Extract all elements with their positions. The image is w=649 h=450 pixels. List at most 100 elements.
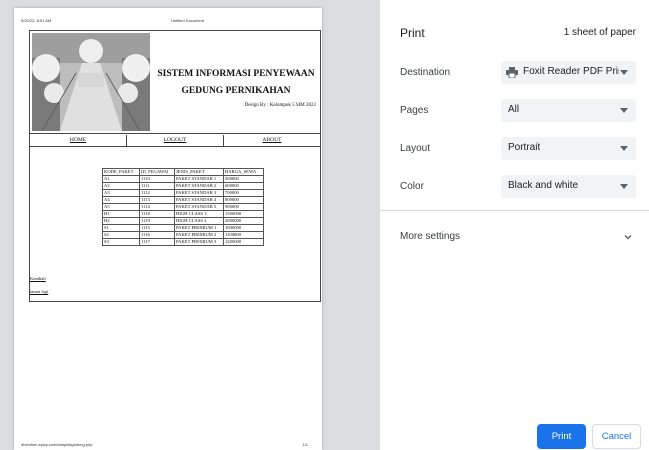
back-link: Kembali xyxy=(30,276,46,281)
table-cell: 900000 xyxy=(223,203,264,211)
table-cell: 1116 xyxy=(139,231,175,239)
table-cell: 1110 xyxy=(139,175,175,183)
print-button[interactable]: Print xyxy=(537,424,586,449)
table-row: H2 1119 HIGH CLASS 2 2000000 xyxy=(102,217,264,225)
table-cell: H1 xyxy=(102,210,140,218)
site-banner: SISTEM INFORMASI PENYEWAAN GEDUNG PERNIK… xyxy=(30,31,320,134)
table-cell: 1119 xyxy=(139,217,175,225)
page-header-date: 5/20/22, 8:51 AM xyxy=(21,18,52,23)
destination-select[interactable]: Foxit Reader PDF Printe xyxy=(501,61,636,84)
table-cell: 1118 xyxy=(139,210,175,218)
site-nav: HOME LOGOUT ABOUT xyxy=(30,135,320,147)
chevron-down-icon[interactable] xyxy=(623,232,633,242)
printer-icon xyxy=(506,67,518,78)
print-settings-panel: Print 1 sheet of paper Destination Foxit… xyxy=(380,0,649,450)
table-cell: A1 xyxy=(102,175,140,183)
destination-value: Foxit Reader PDF Printe xyxy=(523,66,619,77)
table-cell: PAKET STANDAR 4 xyxy=(174,196,224,204)
table-cell: 1000000 xyxy=(223,224,264,232)
color-label: Color xyxy=(400,181,424,192)
table-cell: 1114 xyxy=(139,203,175,211)
nav-home-link: HOME xyxy=(30,135,127,146)
column-header: ID_PEGAWAI xyxy=(139,168,175,176)
pages-select[interactable]: All xyxy=(501,99,636,122)
chevron-down-icon xyxy=(620,146,628,151)
layout-label: Layout xyxy=(400,143,431,154)
more-settings-toggle[interactable]: More settings xyxy=(400,231,460,242)
package-table: KODE_PAKET ID_PEGAWAI JENIS_PAKET HARGA_… xyxy=(102,168,264,246)
table-cell: HIGH CLASS 2 xyxy=(174,217,224,225)
print-preview-area: 5/20/22, 8:51 AM Untitled Document SISTE… xyxy=(0,0,380,450)
table-cell: PAKET STANDAR 1 xyxy=(174,175,224,183)
wedding-hall-photo xyxy=(32,33,150,131)
column-header: JENIS_PAKET xyxy=(174,168,224,176)
table-row: A1 1110 PAKET STANDAR 1 500000 xyxy=(102,175,264,183)
site-title: SISTEM INFORMASI PENYEWAAN GEDUNG PERNIK… xyxy=(156,66,316,100)
column-header: KODE_PAKET xyxy=(102,168,140,176)
table-header-row: KODE_PAKET ID_PEGAWAI JENIS_PAKET HARGA_… xyxy=(102,168,264,176)
destination-label: Destination xyxy=(400,67,451,78)
dialog-title: Print xyxy=(400,26,425,40)
nav-about-link: ABOUT xyxy=(262,137,282,143)
table-cell: PAKET PREMIUM 1 xyxy=(174,224,224,232)
table-cell: A3 xyxy=(102,189,140,197)
table-cell: HIGH CLASS 1 xyxy=(174,210,224,218)
chevron-down-icon xyxy=(620,108,628,113)
page-footer-number: 1/1 xyxy=(302,442,308,447)
table-row: S3 1117 PAKET PREMIUM 3 1200000 xyxy=(102,238,264,246)
table-row: H1 1118 HIGH CLASS 1 1500000 xyxy=(102,210,264,218)
table-cell: S2 xyxy=(102,231,140,239)
table-cell: S1 xyxy=(102,224,140,232)
table-cell: 500000 xyxy=(223,175,264,183)
table-cell: 1500000 xyxy=(223,210,264,218)
table-row: A4 1113 PAKET STANDAR 4 800000 xyxy=(102,196,264,204)
column-header: HARGA_SEWA xyxy=(223,168,264,176)
table-row: A3 1112 PAKET STANDAR 3 700000 xyxy=(102,189,264,197)
table-cell: 1100000 xyxy=(223,231,264,239)
color-select[interactable]: Black and white xyxy=(501,175,636,198)
table-cell: 1200000 xyxy=(223,238,264,246)
table-cell: 600000 xyxy=(223,182,264,190)
chevron-down-icon xyxy=(620,184,628,189)
table-cell: PAKET STANDAR 5 xyxy=(174,203,224,211)
pages-value: All xyxy=(508,104,520,115)
table-cell: A2 xyxy=(102,182,140,190)
cancel-button[interactable]: Cancel xyxy=(592,424,641,449)
table-cell: PAKET PREMIUM 3 xyxy=(174,238,224,246)
pages-label: Pages xyxy=(400,105,429,116)
page-footer-url: dhenihen.epizy.com/tampiletgedung.php xyxy=(21,442,93,447)
layout-select[interactable]: Portrait xyxy=(501,137,636,160)
view-again-link: tamat lagi xyxy=(30,289,49,294)
table-cell: 1112 xyxy=(139,189,175,197)
design-credit: Design By : Kelompok 5 SIM 2022 xyxy=(244,103,316,108)
table-cell: 1115 xyxy=(139,224,175,232)
sheet-count: 1 sheet of paper xyxy=(563,27,636,38)
layout-value: Portrait xyxy=(508,142,541,153)
table-cell: PAKET STANDAR 3 xyxy=(174,189,224,197)
site-title-line-1: SISTEM INFORMASI PENYEWAAN xyxy=(157,69,315,79)
table-cell: 2000000 xyxy=(223,217,264,225)
page-header-title: Untitled Document xyxy=(171,18,204,23)
table-cell: PAKET PREMIUM 2 xyxy=(174,231,224,239)
table-cell: 1113 xyxy=(139,196,175,204)
table-row: S1 1115 PAKET PREMIUM 1 1000000 xyxy=(102,224,264,232)
table-cell: A5 xyxy=(102,203,140,211)
table-cell: PAKET STANDAR 2 xyxy=(174,182,224,190)
color-value: Black and white xyxy=(508,180,579,191)
table-cell: 1117 xyxy=(139,238,175,246)
table-cell: S3 xyxy=(102,238,140,246)
table-row: S2 1116 PAKET PREMIUM 2 1100000 xyxy=(102,231,264,239)
table-cell: 1111 xyxy=(139,182,175,190)
table-cell: 800000 xyxy=(223,196,264,204)
settings-divider xyxy=(380,210,649,211)
table-cell: 700000 xyxy=(223,189,264,197)
table-row: A5 1114 PAKET STANDAR 5 900000 xyxy=(102,203,264,211)
table-row: A2 1111 PAKET STANDAR 2 600000 xyxy=(102,182,264,190)
table-cell: A4 xyxy=(102,196,140,204)
site-title-line-2: GEDUNG PERNIKAHAN xyxy=(181,86,291,96)
nav-logout-link: LOGOUT xyxy=(127,135,224,146)
preview-page: 5/20/22, 8:51 AM Untitled Document SISTE… xyxy=(14,8,322,450)
document-content: SISTEM INFORMASI PENYEWAAN GEDUNG PERNIK… xyxy=(29,30,321,302)
table-cell: H2 xyxy=(102,217,140,225)
chevron-down-icon xyxy=(620,70,628,75)
